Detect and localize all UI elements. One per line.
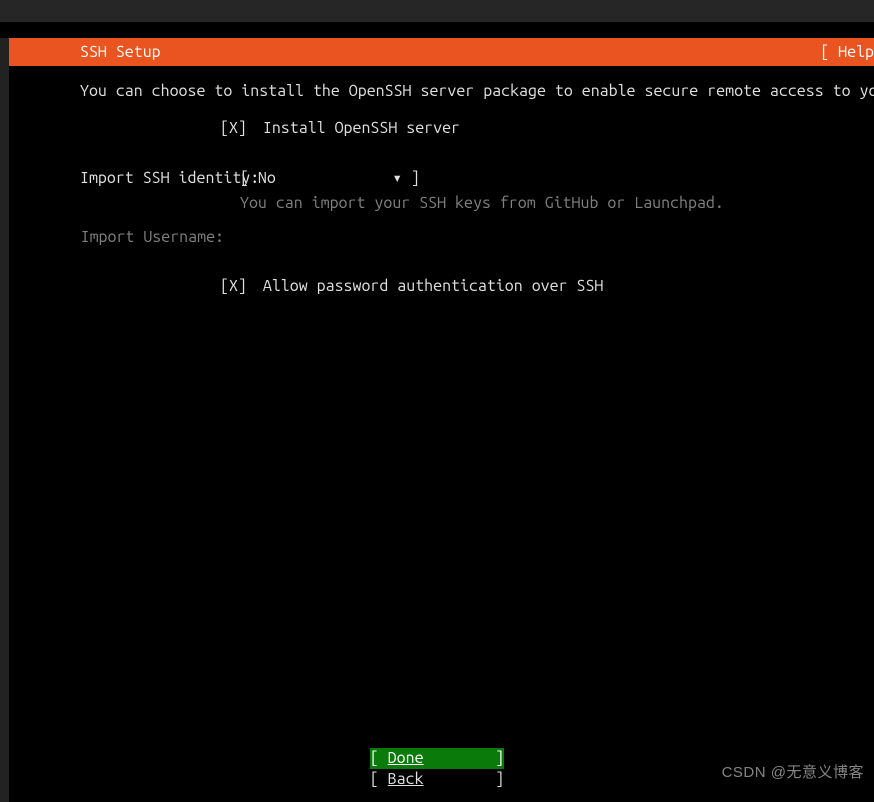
back-button[interactable]: [ Back ]	[370, 769, 504, 790]
content-area: You can choose to install the OpenSSH se…	[0, 66, 874, 300]
import-identity-value: No	[258, 169, 276, 187]
allow-password-checkbox[interactable]: [X]	[220, 274, 247, 300]
gap-bar	[0, 22, 874, 38]
install-openssh-checkbox[interactable]: [X]	[220, 116, 247, 142]
allow-password-label: Allow password authentication over SSH	[263, 274, 603, 300]
intro-text: You can choose to install the OpenSSH se…	[80, 82, 874, 100]
import-identity-dropdown[interactable]: [ No ▾ ]	[240, 166, 420, 192]
import-username-label: Import Username:	[80, 225, 240, 251]
help-button[interactable]: [ Help	[820, 43, 874, 61]
import-identity-hint: You can import your SSH keys from GitHub…	[240, 191, 724, 217]
window-top-bar	[0, 0, 874, 22]
left-edge	[0, 38, 9, 802]
page-title: SSH Setup	[0, 43, 161, 61]
watermark: CSDN @无意义博客	[722, 761, 864, 782]
chevron-down-icon: ▾	[392, 169, 402, 187]
done-button[interactable]: [ Done ]	[370, 748, 504, 769]
header-bar: SSH Setup [ Help	[0, 38, 874, 66]
import-identity-label: Import SSH identity:	[80, 166, 240, 192]
install-openssh-label: Install OpenSSH server	[263, 116, 460, 142]
